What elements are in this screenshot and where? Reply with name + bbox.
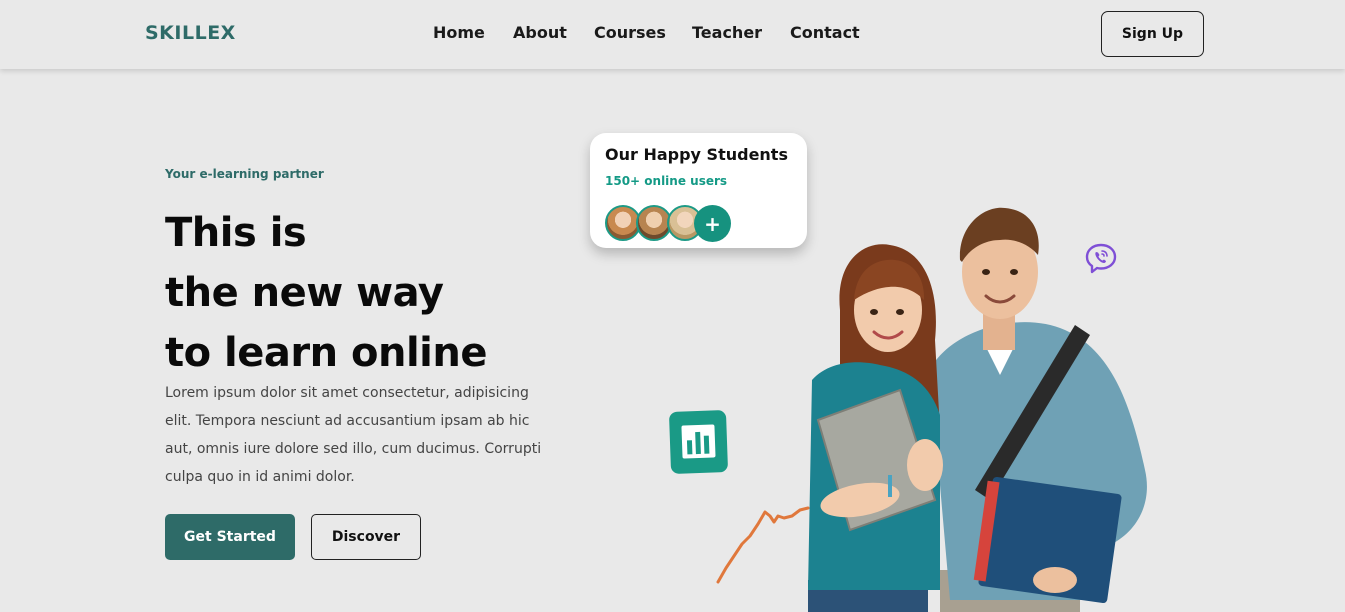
navbar: SKILLEX Home About Courses Teacher Conta…	[0, 0, 1345, 69]
hero-description: Lorem ipsum dolor sit amet consectetur, …	[165, 385, 542, 485]
students-photo	[808, 207, 1147, 612]
headline-line-2: the new way	[165, 270, 444, 316]
nav-link-about[interactable]: About	[513, 23, 567, 42]
get-started-button[interactable]: Get Started	[165, 514, 295, 560]
nav-link-contact[interactable]: Contact	[790, 23, 860, 42]
nav-link-courses[interactable]: Courses	[594, 23, 666, 42]
headline-line-1: This is	[165, 210, 307, 256]
card-title: Our Happy Students	[605, 145, 788, 164]
avatar-group: +	[605, 205, 735, 243]
signup-button[interactable]: Sign Up	[1101, 11, 1204, 57]
hero-headline: This is the new way to learn online	[165, 203, 487, 383]
discover-button[interactable]: Discover	[311, 514, 421, 560]
bar-chart-icon	[668, 410, 729, 474]
logo[interactable]: SKILLEX	[145, 22, 236, 44]
hero-tagline: Your e-learning partner	[165, 167, 324, 181]
add-student-button[interactable]: +	[694, 205, 731, 242]
headline-line-3: to learn online	[165, 330, 487, 376]
card-subtitle: 150+ online users	[605, 174, 728, 188]
nav-link-teacher[interactable]: Teacher	[692, 23, 762, 42]
nav-link-home[interactable]: Home	[433, 23, 485, 42]
happy-students-card: Our Happy Students 150+ online users +	[590, 133, 807, 248]
